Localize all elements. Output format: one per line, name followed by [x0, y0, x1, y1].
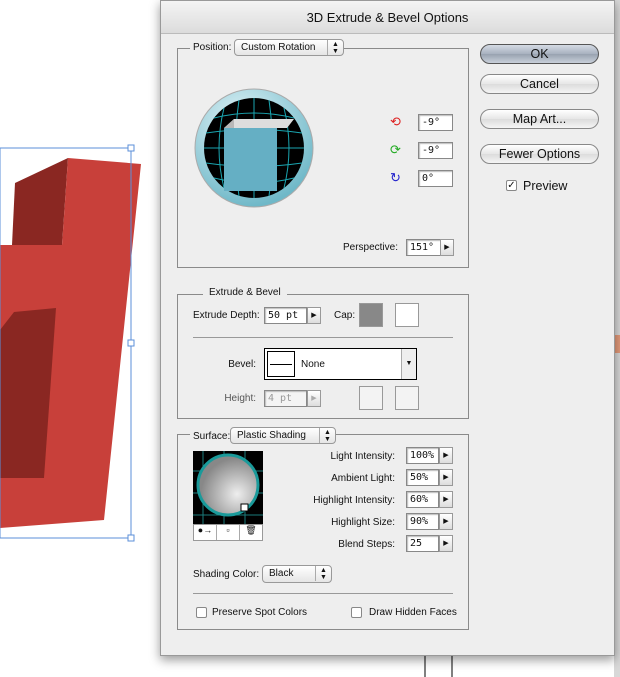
move-light-back-icon[interactable]: ●→ [194, 525, 217, 540]
height-slider-button[interactable]: ▶ [307, 390, 321, 407]
surface-select[interactable]: Plastic Shading ▲ ▼ [230, 427, 336, 444]
new-light-icon[interactable]: ▫ [217, 525, 240, 540]
blend-steps-slider-button[interactable]: ▶ [439, 535, 453, 552]
shading-color-label: Shading Color: [193, 569, 260, 580]
draw-hidden-faces-checkbox[interactable] [351, 607, 362, 618]
select-arrows-icon: ▲ ▼ [319, 428, 335, 443]
position-value: Custom Rotation [241, 42, 316, 53]
divider [193, 337, 453, 338]
select-arrows-icon: ▲ ▼ [327, 40, 343, 55]
map-art-button[interactable]: Map Art... [480, 109, 599, 129]
extrude-depth-label: Extrude Depth: [193, 310, 260, 321]
cap-off-button[interactable] [395, 303, 419, 327]
highlight-intensity-field[interactable]: 60% [406, 491, 439, 508]
highlight-size-field[interactable]: 90% [406, 513, 439, 530]
selection-handle-bottom-right[interactable] [127, 534, 135, 542]
perspective-label: Perspective: [342, 242, 398, 253]
blend-steps-field[interactable]: 25 [406, 535, 439, 552]
surface-value: Plastic Shading [237, 430, 306, 441]
highlight-intensity-label: Highlight Intensity: [313, 495, 395, 506]
bevel-value: None [301, 359, 325, 370]
shading-color-select[interactable]: Black ▲ ▼ [262, 565, 332, 583]
rotation-trackball[interactable] [194, 88, 314, 208]
highlight-size-label: Highlight Size: [331, 517, 395, 528]
rotation-y-field[interactable]: -9° [418, 142, 453, 159]
cap-label: Cap: [334, 310, 356, 321]
cap-on-button[interactable] [359, 303, 383, 327]
bevel-select[interactable]: None ▼ [264, 348, 417, 380]
perspective-slider-button[interactable]: ▶ [440, 239, 454, 256]
delete-light-icon[interactable]: 🗑 [240, 525, 262, 540]
ambient-light-label: Ambient Light: [331, 473, 395, 484]
preserve-spot-colors-label: Preserve Spot Colors [212, 607, 308, 618]
preview-checkbox[interactable]: ✓ [506, 180, 517, 191]
surface-label: Surface: [190, 431, 234, 442]
extrude-depth-field[interactable]: 50 pt [264, 307, 307, 324]
fewer-options-button[interactable]: Fewer Options [480, 144, 599, 164]
preserve-spot-colors-checkbox[interactable] [196, 607, 207, 618]
highlight-intensity-slider-button[interactable]: ▶ [439, 491, 453, 508]
draw-hidden-faces-label: Draw Hidden Faces [369, 607, 457, 618]
shading-color-value: Black [269, 568, 294, 579]
cube-front-face [224, 128, 277, 191]
rotate-z-icon: ↻ [390, 170, 401, 185]
rotation-z-field[interactable]: 0° [418, 170, 453, 187]
dialog-title: 3D Extrude & Bevel Options [161, 1, 614, 34]
bevel-label: Bevel: [228, 359, 256, 370]
select-arrows-icon: ▲ ▼ [315, 566, 331, 581]
position-label: Position: [190, 42, 235, 53]
light-source-handle [240, 503, 249, 512]
light-intensity-label: Light Intensity: [330, 451, 395, 462]
cancel-button[interactable]: Cancel [480, 74, 599, 94]
rotate-y-icon: ⟳ [390, 142, 401, 157]
divider [193, 593, 453, 594]
letter-d-side-face [12, 158, 68, 245]
selection-handle-middle-right[interactable] [127, 339, 135, 347]
blend-steps-label: Blend Steps: [338, 539, 395, 550]
height-field[interactable]: 4 pt [264, 390, 307, 407]
ambient-light-field[interactable]: 50% [406, 469, 439, 486]
ok-button[interactable]: OK [480, 44, 599, 64]
ambient-light-slider-button[interactable]: ▶ [439, 469, 453, 486]
height-label: Height: [224, 393, 256, 404]
bevel-dropdown-arrow-icon[interactable]: ▼ [401, 349, 416, 379]
rotate-x-icon: ⟲ [390, 114, 401, 129]
light-intensity-slider-button[interactable]: ▶ [439, 447, 453, 464]
highlight-size-slider-button[interactable]: ▶ [439, 513, 453, 530]
bevel-preview-icon [267, 351, 295, 377]
position-select[interactable]: Custom Rotation ▲ ▼ [234, 39, 344, 56]
rotation-x-field[interactable]: -9° [418, 114, 453, 131]
preview-label: Preview [523, 179, 568, 193]
extrude-bevel-legend: Extrude & Bevel [203, 287, 287, 298]
extrude-bevel-dialog: 3D Extrude & Bevel Options Position: Cus… [160, 0, 615, 656]
selection-handle-top-right[interactable] [127, 144, 135, 152]
bevel-extent-in-button[interactable] [395, 386, 419, 410]
bevel-extent-out-button[interactable] [359, 386, 383, 410]
light-intensity-field[interactable]: 100% [406, 447, 439, 464]
lighting-sphere-preview[interactable] [193, 451, 263, 524]
perspective-field[interactable]: 151° [406, 239, 441, 256]
cube-top-face [224, 119, 294, 128]
extrude-depth-slider-button[interactable]: ▶ [307, 307, 321, 324]
lighting-toolbar: ●→ ▫ 🗑 [193, 524, 263, 541]
